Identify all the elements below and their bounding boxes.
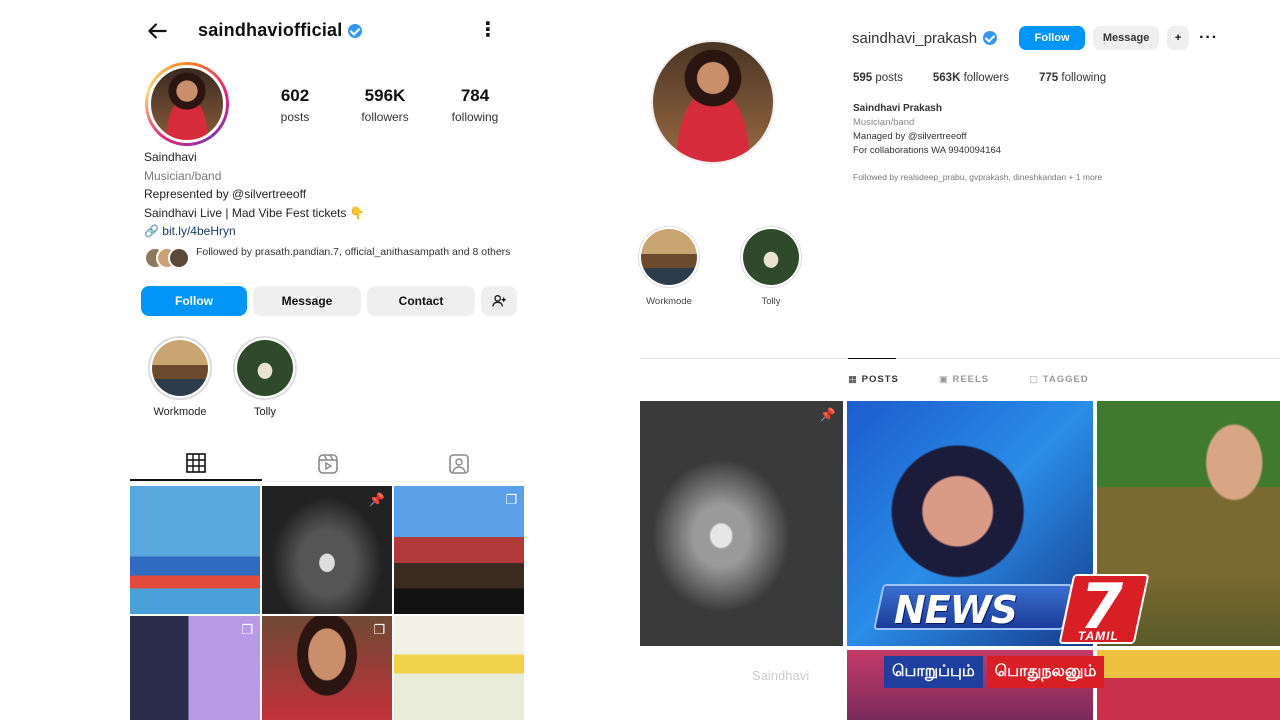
tab-reels[interactable] xyxy=(262,446,394,481)
news7-tagline-part-a: பொறுப்பும் xyxy=(884,656,983,688)
mobile-highlights: Workmode Tolly xyxy=(140,336,340,426)
followed-by-row[interactable]: Followed by prasath.pandian.7, official_… xyxy=(144,244,524,274)
desktop-bio-name: Saindhavi Prakash xyxy=(853,103,942,114)
mobile-avatar-image xyxy=(148,65,226,143)
followed-by-avatars xyxy=(144,247,190,271)
desktop-content-tabs: ▦ POSTS ▣ REELS ▢ TAGGED xyxy=(848,374,1089,385)
carousel-icon: ❐ xyxy=(505,492,517,507)
message-button[interactable]: Message xyxy=(253,286,361,316)
mobile-stats: 602 posts 596K followers 784 following xyxy=(250,86,520,124)
carousel-icon: ❐ xyxy=(241,622,253,637)
desktop-username: saindhavi_prakash xyxy=(852,29,978,47)
highlight-tolly[interactable]: Tolly xyxy=(225,336,305,418)
link-icon: 🔗 xyxy=(144,224,159,238)
post-tile[interactable]: ❐ xyxy=(394,486,524,614)
highlight-workmode[interactable]: Workmode xyxy=(140,336,220,418)
desktop-tab-posts[interactable]: ▦ POSTS xyxy=(848,374,899,385)
verified-badge-icon xyxy=(348,24,363,39)
highlight-ring xyxy=(233,336,297,400)
desktop-followed-by[interactable]: Followed by realsdeep_prabu, gvprakash, … xyxy=(853,172,1233,182)
highlight-image xyxy=(743,229,799,285)
desktop-highlight-tolly[interactable]: Tolly xyxy=(736,226,806,307)
mobile-avatar[interactable] xyxy=(145,62,229,146)
more-options-icon[interactable]: ⋮ xyxy=(478,20,498,40)
follow-button[interactable]: Follow xyxy=(141,286,247,316)
reels-icon xyxy=(317,453,338,474)
desktop-message-button[interactable]: Message xyxy=(1093,26,1160,50)
news7-tagline-part-b: பொதுநலனும் xyxy=(986,656,1105,688)
mobile-content-tabs xyxy=(130,446,525,482)
desktop-stat-following[interactable]: 775 following xyxy=(1039,72,1106,84)
tab-tagged[interactable] xyxy=(393,446,525,481)
desktop-faint-caption: Saindhavi xyxy=(752,668,810,683)
desktop-stat-followers[interactable]: 563K followers xyxy=(933,72,1009,84)
highlight-ring xyxy=(638,226,700,288)
mobile-action-buttons: Follow Message Contact xyxy=(141,286,521,316)
desktop-follow-button[interactable]: Follow xyxy=(1019,26,1086,50)
pin-icon: 📌 xyxy=(368,492,385,507)
grid-icon xyxy=(186,452,206,473)
tagged-icon: ▢ xyxy=(1029,374,1040,385)
bio-live: Saindhavi Live | Mad Vibe Fest tickets 👇 xyxy=(144,205,365,220)
highlight-ring xyxy=(148,336,212,400)
mobile-profile-header: saindhaviofficial ⋮ xyxy=(140,14,520,48)
verified-badge-icon xyxy=(983,31,998,45)
mobile-username: saindhaviofficial xyxy=(198,20,363,41)
desktop-tab-tagged[interactable]: ▢ TAGGED xyxy=(1029,374,1089,385)
add-person-icon xyxy=(492,295,506,307)
bio-represented: Represented by @silvertreeoff xyxy=(144,187,307,201)
highlight-image xyxy=(152,340,208,396)
post-tile[interactable] xyxy=(394,616,524,720)
more-options-icon[interactable]: ··· xyxy=(1199,29,1218,47)
desktop-active-tab-indicator xyxy=(848,358,896,359)
stat-following[interactable]: 784 following xyxy=(430,86,520,124)
news7-tagline: பொறுப்பும் பொதுநலனும் xyxy=(884,656,1105,688)
mobile-bio: Saindhavi Musician/band Represented by @… xyxy=(144,148,524,241)
desktop-bio-contact: For collaborations WA 9940094164 xyxy=(853,145,1002,156)
grid-icon: ▦ xyxy=(848,374,858,385)
post-tile[interactable]: 📌 xyxy=(262,486,392,614)
desktop-stat-posts[interactable]: 595 posts xyxy=(853,72,903,84)
tagged-icon xyxy=(449,453,469,474)
desktop-stats: 595 posts 563K followers 775 following xyxy=(853,72,1106,84)
post-tile[interactable] xyxy=(130,486,260,614)
desktop-bio-managed: Managed by @silvertreeoff xyxy=(853,131,967,142)
desktop-highlight-workmode[interactable]: Workmode xyxy=(634,226,704,307)
mobile-post-grid: 📌 ❐ ❐ ❐ xyxy=(130,486,525,720)
desktop-avatar[interactable] xyxy=(651,40,775,164)
stat-followers[interactable]: 596K followers xyxy=(340,86,430,124)
tab-posts-grid[interactable] xyxy=(130,446,262,481)
desktop-bio: Saindhavi Prakash Musician/band Managed … xyxy=(853,102,1233,158)
desktop-profile-header: saindhavi_prakash Follow Message + ··· xyxy=(852,24,1218,52)
desktop-tab-reels[interactable]: ▣ REELS xyxy=(939,374,989,385)
reels-icon: ▣ xyxy=(938,374,949,385)
highlight-image xyxy=(641,229,697,285)
carousel-icon: ❐ xyxy=(373,622,385,637)
followed-by-text: Followed by prasath.pandian.7, official_… xyxy=(196,246,511,258)
news7-logo-sub: TAMIL xyxy=(1078,629,1119,643)
post-tile[interactable]: ❐ xyxy=(130,616,260,720)
desktop-tabs-divider xyxy=(640,358,1280,359)
stat-posts[interactable]: 602 posts xyxy=(250,86,340,124)
bio-link[interactable]: 🔗 bit.ly/4beHryn xyxy=(144,222,524,241)
news7-watermark: NEWS 7 TAMIL பொறுப்பும் பொதுநலனும் xyxy=(873,570,1150,694)
desktop-post-tile[interactable]: 📌 xyxy=(640,401,843,646)
highlight-ring xyxy=(740,226,802,288)
mini-avatar xyxy=(168,247,190,269)
bio-category: Musician/band xyxy=(144,168,222,183)
add-person-icon[interactable]: + xyxy=(1167,26,1190,50)
desktop-bio-category: Musician/band xyxy=(853,117,915,128)
pin-icon: 📌 xyxy=(819,407,836,422)
bio-name: Saindhavi xyxy=(144,150,197,164)
contact-button[interactable]: Contact xyxy=(367,286,475,316)
post-tile[interactable]: ❐ xyxy=(262,616,392,720)
highlight-image xyxy=(237,340,293,396)
back-arrow-icon[interactable] xyxy=(144,18,170,44)
suggested-users-button[interactable] xyxy=(481,286,517,316)
news7-logo-word: NEWS xyxy=(894,588,1018,632)
